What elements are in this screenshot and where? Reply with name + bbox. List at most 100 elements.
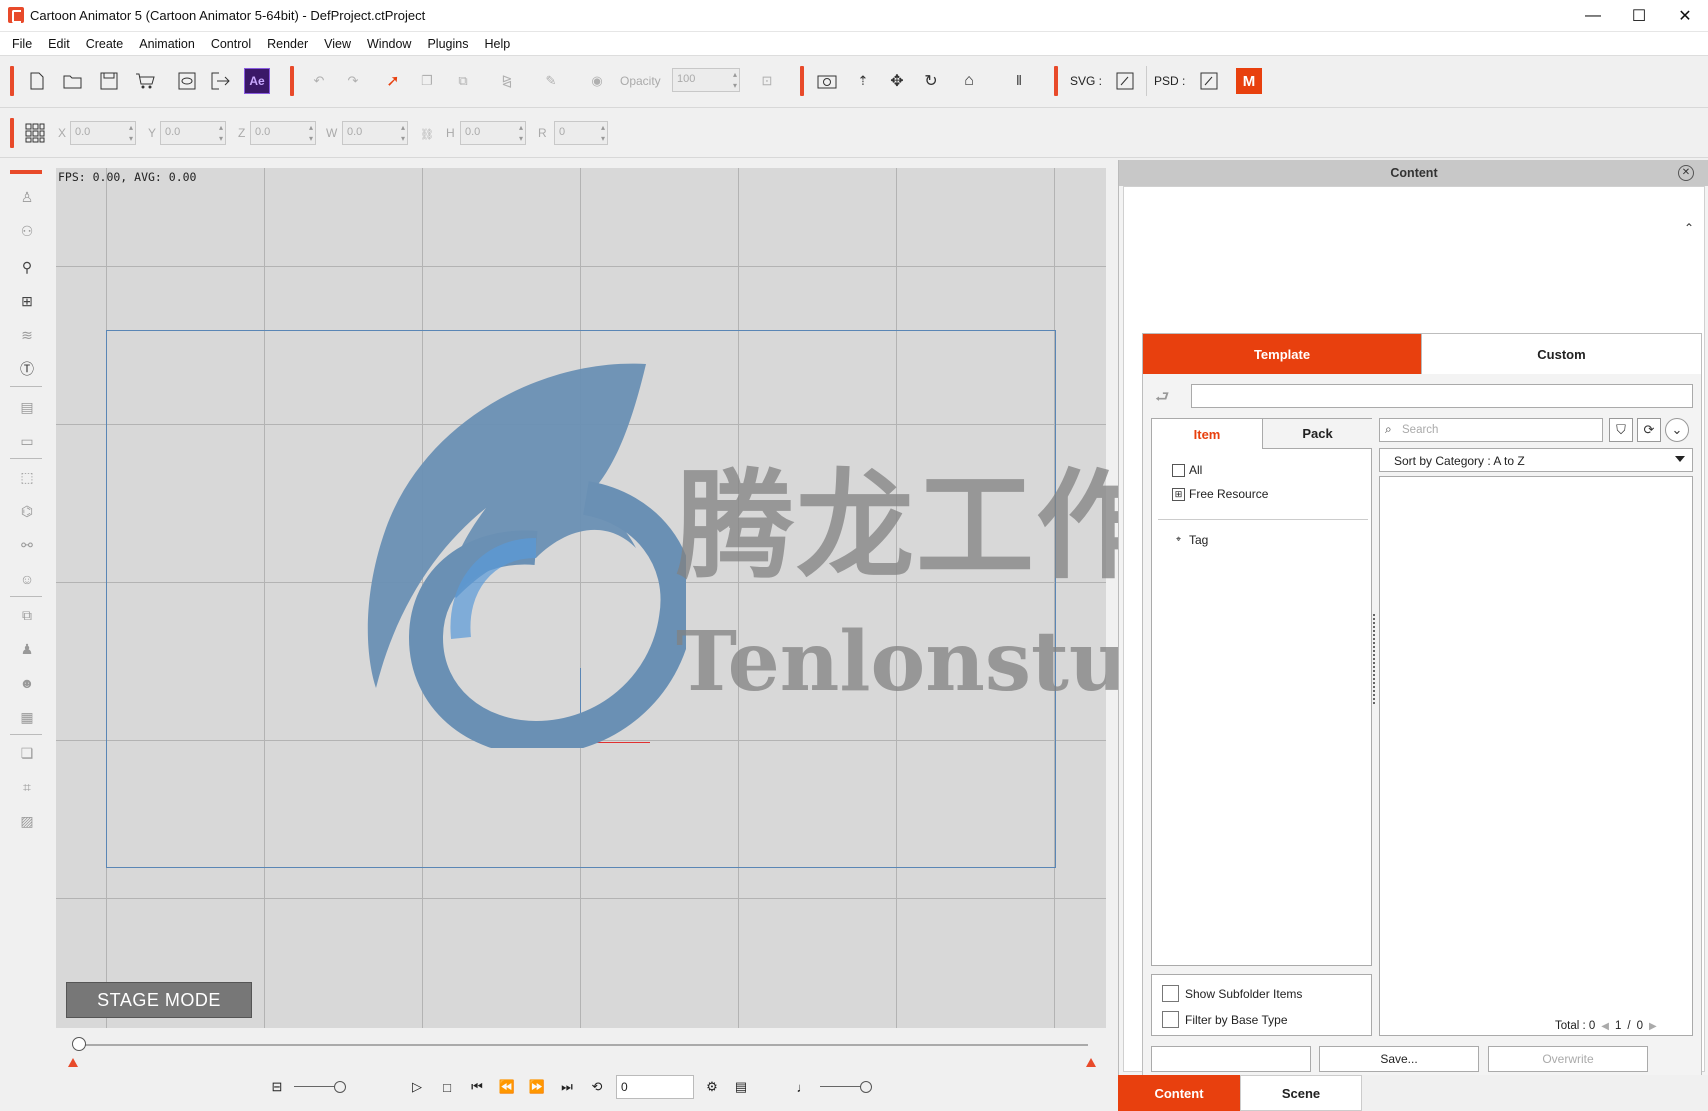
timeline-scrubber[interactable]: [72, 1037, 86, 1051]
move-up-icon[interactable]: ⇡: [850, 68, 876, 94]
bone-tool-icon[interactable]: ⚲: [16, 256, 38, 278]
r-field[interactable]: 0: [554, 121, 608, 145]
prev-frame-icon[interactable]: ⏪: [496, 1076, 518, 1098]
tree-item-free-resource[interactable]: ⊞ Free Resource: [1172, 487, 1268, 501]
new-file-icon[interactable]: [24, 68, 50, 94]
frame-number-field[interactable]: 0: [616, 1075, 694, 1099]
puppet-icon[interactable]: ♟: [16, 638, 38, 660]
replace-icon[interactable]: ⧉: [450, 68, 476, 94]
tab-custom[interactable]: Custom: [1421, 334, 1701, 374]
motion-m-button[interactable]: M: [1236, 68, 1262, 94]
refresh-icon[interactable]: ⟳: [1637, 418, 1661, 442]
chevron-down-icon[interactable]: [1675, 456, 1685, 462]
motion-icon[interactable]: ⚯: [16, 534, 38, 556]
preview-icon[interactable]: [174, 68, 200, 94]
last-frame-icon[interactable]: ⏭: [556, 1076, 578, 1098]
y-field[interactable]: 0.0: [160, 121, 226, 145]
w-field[interactable]: 0.0: [342, 121, 408, 145]
item-list[interactable]: [1379, 476, 1693, 1036]
tree-item-tag[interactable]: ⌖ Tag: [1172, 533, 1208, 547]
menu-window[interactable]: Window: [359, 32, 419, 56]
layers-icon[interactable]: ❏: [16, 742, 38, 764]
x-field[interactable]: 0.0: [70, 121, 136, 145]
first-frame-icon[interactable]: ⏮: [466, 1076, 488, 1098]
tab-scene[interactable]: Scene: [1240, 1075, 1362, 1111]
menu-edit[interactable]: Edit: [40, 32, 78, 56]
filter-icon[interactable]: ⛉: [1609, 418, 1633, 442]
tree-item-all[interactable]: All: [1172, 463, 1202, 477]
select-arrow-icon[interactable]: ➚: [380, 68, 406, 94]
tab-content[interactable]: Content: [1118, 1075, 1240, 1111]
blank-button[interactable]: [1151, 1046, 1311, 1072]
layout-icon[interactable]: ▤: [16, 396, 38, 418]
visibility-eye-icon[interactable]: ◉: [584, 68, 610, 94]
tab-item[interactable]: Item: [1152, 419, 1262, 449]
h-field[interactable]: 0.0: [460, 121, 526, 145]
volume-slider[interactable]: [820, 1081, 872, 1093]
sort-dropdown[interactable]: Sort by Category : A to Z: [1379, 448, 1693, 472]
audio-wave-icon[interactable]: ≋: [16, 324, 38, 346]
stop-icon[interactable]: □: [436, 1076, 458, 1098]
collapse-icon[interactable]: ⌃: [1684, 221, 1694, 235]
link-icon[interactable]: ⛓: [414, 121, 440, 147]
panel-close-icon[interactable]: ✕: [1678, 165, 1694, 181]
hatch-icon[interactable]: ▨: [16, 810, 38, 832]
flip-icon[interactable]: ⧎: [494, 68, 520, 94]
character-icon[interactable]: ♙: [16, 186, 38, 208]
copy-icon[interactable]: ❐: [414, 68, 440, 94]
frame-icon[interactable]: ⌗: [16, 776, 38, 798]
undo-icon[interactable]: ↶: [306, 68, 332, 94]
menu-control[interactable]: Control: [203, 32, 259, 56]
3d-icon[interactable]: ⬚: [16, 466, 38, 488]
subtitle-icon[interactable]: ⊟: [266, 1076, 288, 1098]
back-arrow-icon[interactable]: ⮐: [1155, 386, 1169, 413]
head-icon[interactable]: ☻: [16, 672, 38, 694]
move-icon[interactable]: ✥: [884, 68, 910, 94]
show-subfolder-option[interactable]: Show Subfolder Items: [1162, 985, 1302, 1002]
save-button[interactable]: Save...: [1319, 1046, 1479, 1072]
z-field[interactable]: 0.0: [250, 121, 316, 145]
composer-icon[interactable]: ⚇: [16, 220, 38, 242]
loop-icon[interactable]: ⟲: [586, 1076, 608, 1098]
search-input[interactable]: Search: [1379, 418, 1603, 442]
filter-base-option[interactable]: Filter by Base Type: [1162, 1011, 1288, 1028]
end-marker[interactable]: [1086, 1058, 1096, 1067]
psd-edit-icon[interactable]: [1196, 68, 1222, 94]
start-marker[interactable]: [68, 1058, 78, 1067]
camera-icon[interactable]: [814, 68, 840, 94]
open-folder-icon[interactable]: [60, 68, 86, 94]
after-effects-button[interactable]: Ae: [244, 68, 270, 94]
sprite-icon[interactable]: ⧉: [16, 604, 38, 626]
overwrite-button[interactable]: Overwrite: [1488, 1046, 1648, 1072]
opacity-field[interactable]: 100: [672, 68, 740, 92]
timeline-panel-icon[interactable]: ▤: [730, 1076, 752, 1098]
pivot-icon[interactable]: ⊡: [754, 68, 780, 94]
face-icon[interactable]: ☺: [16, 568, 38, 590]
stage-mode-button[interactable]: STAGE MODE: [66, 982, 252, 1018]
scene-icon[interactable]: ⊞: [16, 290, 38, 312]
play-icon[interactable]: ▷: [406, 1076, 428, 1098]
save-icon[interactable]: [96, 68, 122, 94]
expand-down-icon[interactable]: ⌄: [1665, 418, 1689, 442]
menu-view[interactable]: View: [316, 32, 359, 56]
mesh-icon[interactable]: ▦: [16, 706, 38, 728]
menu-plugins[interactable]: Plugins: [419, 32, 476, 56]
timeline-track[interactable]: [78, 1044, 1088, 1046]
redo-icon[interactable]: ↷: [340, 68, 366, 94]
store-cart-icon[interactable]: [132, 68, 158, 94]
home-icon[interactable]: ⌂: [956, 68, 982, 94]
filter-base-checkbox[interactable]: [1162, 1011, 1179, 1028]
speed-slider[interactable]: [294, 1081, 346, 1093]
show-subfolder-checkbox[interactable]: [1162, 985, 1179, 1002]
deform-icon[interactable]: ⌬: [16, 500, 38, 522]
menu-animation[interactable]: Animation: [131, 32, 203, 56]
tab-pack[interactable]: Pack: [1262, 419, 1372, 449]
menu-create[interactable]: Create: [78, 32, 132, 56]
next-frame-icon[interactable]: ⏩: [526, 1076, 548, 1098]
export-icon[interactable]: [208, 68, 234, 94]
grid-icon[interactable]: [22, 120, 48, 146]
menu-help[interactable]: Help: [476, 32, 518, 56]
menu-render[interactable]: Render: [259, 32, 316, 56]
next-page-icon[interactable]: ▶: [1649, 1021, 1657, 1032]
maximize-button[interactable]: ☐: [1616, 0, 1662, 32]
